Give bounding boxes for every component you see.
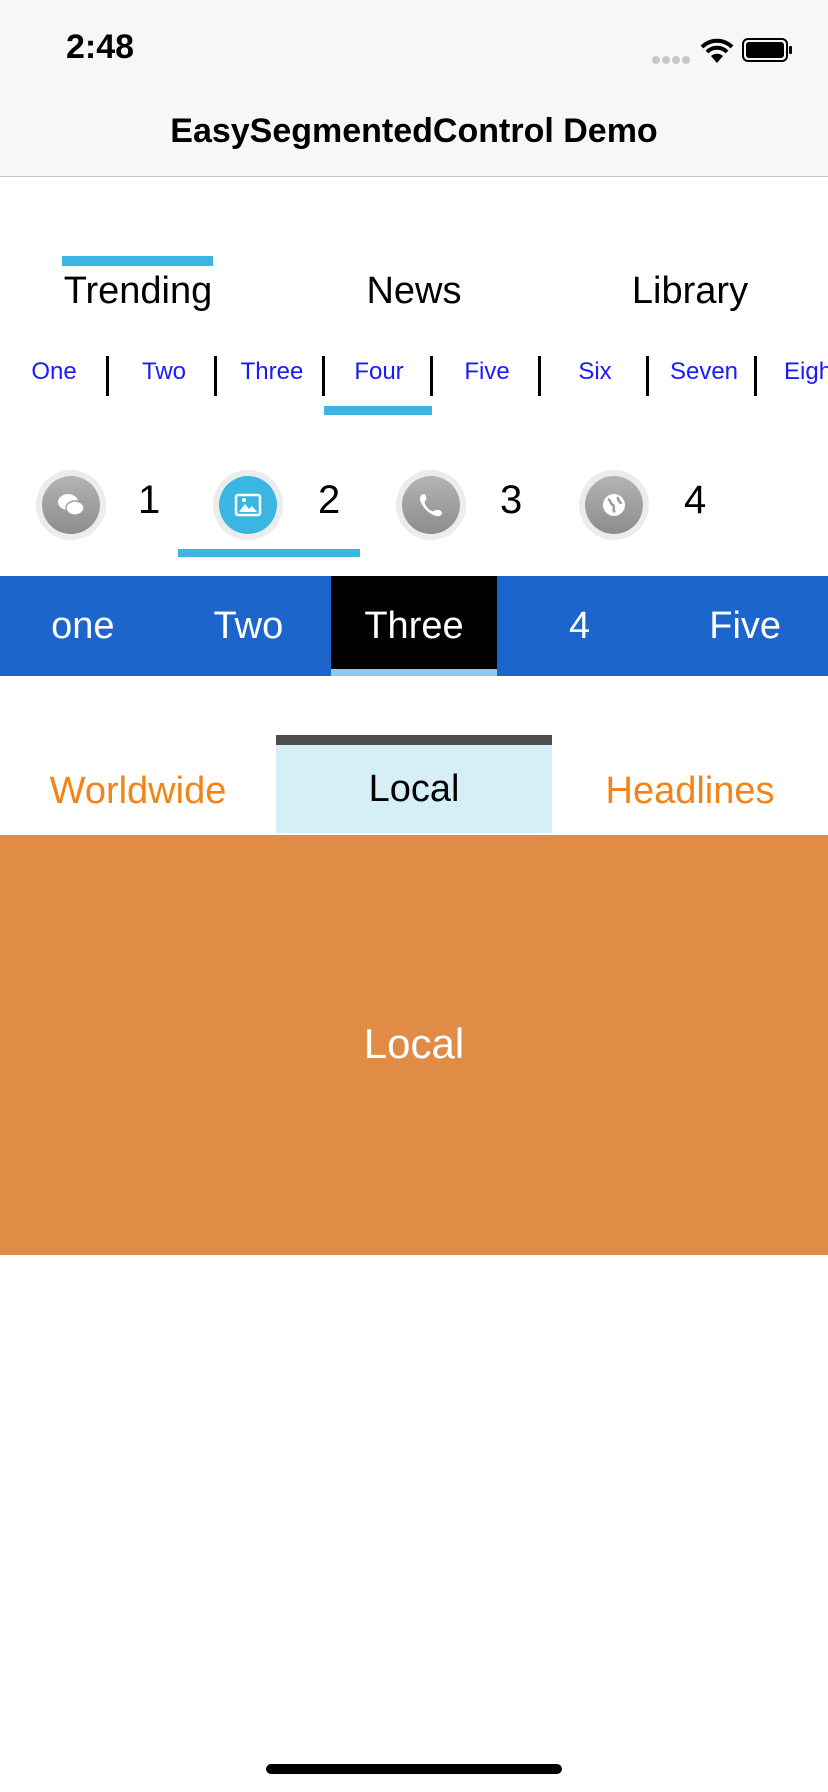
segment2-tab-three[interactable]: Three (218, 358, 326, 386)
segment1-tab-library[interactable]: Library (552, 270, 828, 313)
segment1-indicator (62, 256, 213, 266)
segment4-tab-three[interactable]: Three (331, 576, 497, 676)
segment3-label-2[interactable]: 2 (318, 478, 340, 523)
status-time: 2:48 (66, 28, 135, 66)
segment2-indicator (324, 406, 432, 415)
segment3-label-3[interactable]: 3 (500, 478, 522, 523)
segment2-tab-four[interactable]: Four (325, 358, 433, 386)
signal-icon (652, 52, 692, 64)
segment4-bar: one Two Three 4 Five (0, 576, 828, 676)
segment4-tab-one[interactable]: one (0, 576, 166, 676)
segment2-divider (214, 356, 217, 396)
segment2-tab-seven[interactable]: Seven (650, 358, 758, 386)
segment3-indicator (178, 549, 360, 557)
segment2-divider (754, 356, 757, 396)
segment3-label-1[interactable]: 1 (138, 478, 160, 523)
segment2-tab-two[interactable]: Two (110, 358, 218, 386)
segment3-label-4[interactable]: 4 (684, 478, 706, 523)
segment4-tab-four[interactable]: 4 (497, 576, 663, 676)
content-label: Local (363, 1020, 465, 1067)
segment2-divider (646, 356, 649, 396)
segment5-tab-worldwide[interactable]: Worldwide (0, 737, 276, 835)
home-indicator[interactable] (266, 1764, 562, 1774)
page-title: EasySegmentedControl Demo (170, 112, 658, 150)
segment4-tab-five[interactable]: Five (662, 576, 828, 676)
content-panel: Local (0, 835, 828, 1255)
segment4-tab-two[interactable]: Two (166, 576, 332, 676)
segment2-tab-eight[interactable]: Eigh (760, 358, 828, 386)
chat-bubbles-icon[interactable] (36, 470, 106, 540)
phone-icon[interactable] (396, 470, 466, 540)
wifi-icon (700, 38, 734, 64)
segment2-tab-six[interactable]: Six (541, 358, 649, 386)
image-icon[interactable] (213, 470, 283, 540)
segment2-tab-one[interactable]: One (0, 358, 108, 386)
segment2-tab-five[interactable]: Five (433, 358, 541, 386)
segment4-indicator (331, 669, 497, 676)
segment1-tab-trending[interactable]: Trending (0, 270, 276, 313)
segment5-tab-headlines[interactable]: Headlines (552, 737, 828, 835)
battery-icon (742, 38, 794, 62)
segment2-divider (106, 356, 109, 396)
segment1-tab-news[interactable]: News (276, 270, 552, 313)
globe-icon[interactable] (579, 470, 649, 540)
segment5-tab-local[interactable]: Local (276, 735, 552, 833)
